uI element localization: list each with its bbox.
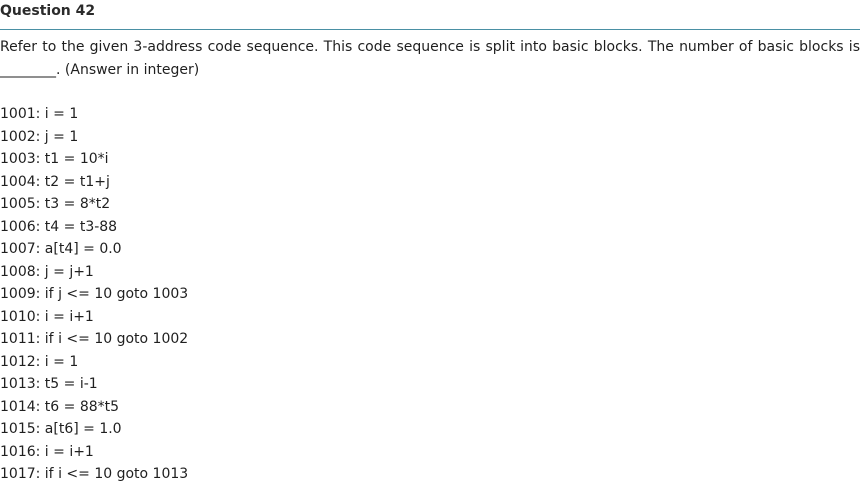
code-line: 1005: t3 = 8*t2 (0, 196, 111, 212)
code-line: 1014: t6 = 88*t5 (0, 398, 120, 415)
code-line: 1007: a[t4] = 0.0 (0, 241, 122, 257)
code-line: 1009: if j <= 10 goto 1003 (0, 286, 189, 302)
code-line: 1001: i = 1 (0, 106, 79, 122)
code-line: 1003: t1 = 10*i (0, 151, 109, 167)
question-text-after: . (Answer in integer) (56, 62, 200, 78)
code-line: 1008: j = j+1 (0, 263, 94, 280)
code-line: 1015: a[t6] = 1.0 (0, 421, 122, 437)
code-line: 1012: i = 1 (0, 353, 79, 370)
code-line: 1004: t2 = t1+j (0, 173, 110, 190)
question-title: Question 42 (0, 3, 96, 19)
code-line: 1013: t5 = i-1 (0, 376, 98, 392)
code-line: 1017: if i <= 10 goto 1013 (0, 466, 189, 482)
code-line: 1006: t4 = t3-88 (0, 218, 118, 235)
code-line: 1011: if i <= 10 goto 1002 (0, 331, 189, 347)
answer-blank: ________ (0, 62, 56, 78)
code-listing: 1001: i = 1 1002: j = 1 1003: t1 = 10*i … (0, 103, 400, 486)
code-line: 1016: i = i+1 (0, 443, 94, 460)
question-text-before: Refer to the given 3-address code sequen… (0, 39, 860, 55)
code-line: 1002: j = 1 (0, 128, 79, 145)
code-line: 1010: i = i+1 (0, 308, 94, 325)
question-text: Refer to the given 3-address code sequen… (0, 36, 860, 82)
question-header: Question 42 (0, 0, 860, 30)
